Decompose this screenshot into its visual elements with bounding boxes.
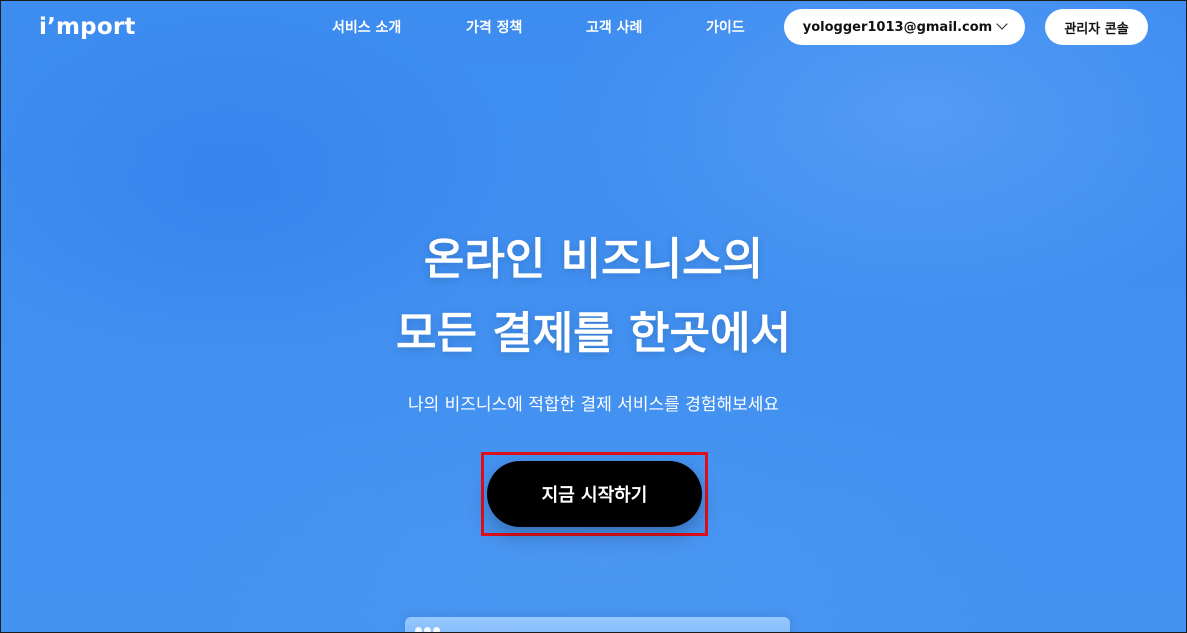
chevron-down-icon: [996, 18, 1008, 30]
hero-title-line-2: 모든 결제를 한곳에서: [396, 308, 791, 359]
nav-item-pricing[interactable]: 가격 정책: [466, 17, 522, 37]
nav-item-service-intro[interactable]: 서비스 소개: [332, 17, 401, 37]
window-dot-icon: [415, 627, 422, 632]
product-preview-card: [405, 617, 790, 632]
hero-title: 온라인 비즈니스의 모든 결제를 한곳에서: [1, 223, 1186, 371]
cta-highlight-box: 지금 시작하기: [481, 452, 708, 536]
account-dropdown-button[interactable]: yologger1013@gmail.com: [784, 9, 1025, 45]
window-dot-icon: [424, 627, 431, 632]
landing-page: i’mport 서비스 소개 가격 정책 고객 사례 가이드 yologger1…: [0, 0, 1187, 633]
hero-subtitle: 나의 비즈니스에 적합한 결제 서비스를 경험해보세요: [407, 395, 780, 415]
window-dot-icon: [433, 627, 440, 632]
import-logo[interactable]: i’mport: [39, 13, 136, 41]
admin-console-button[interactable]: 관리자 콘솔: [1045, 9, 1148, 45]
start-now-button[interactable]: 지금 시작하기: [487, 461, 702, 527]
nav-item-customer-cases[interactable]: 고객 사례: [586, 17, 642, 37]
site-header: i’mport 서비스 소개 가격 정책 고객 사례 가이드 yologger1…: [1, 1, 1186, 53]
account-email: yologger1013@gmail.com: [802, 19, 993, 35]
hero-title-line-1: 온라인 비즈니스의: [423, 234, 764, 285]
nav-item-guide[interactable]: 가이드: [706, 17, 745, 37]
